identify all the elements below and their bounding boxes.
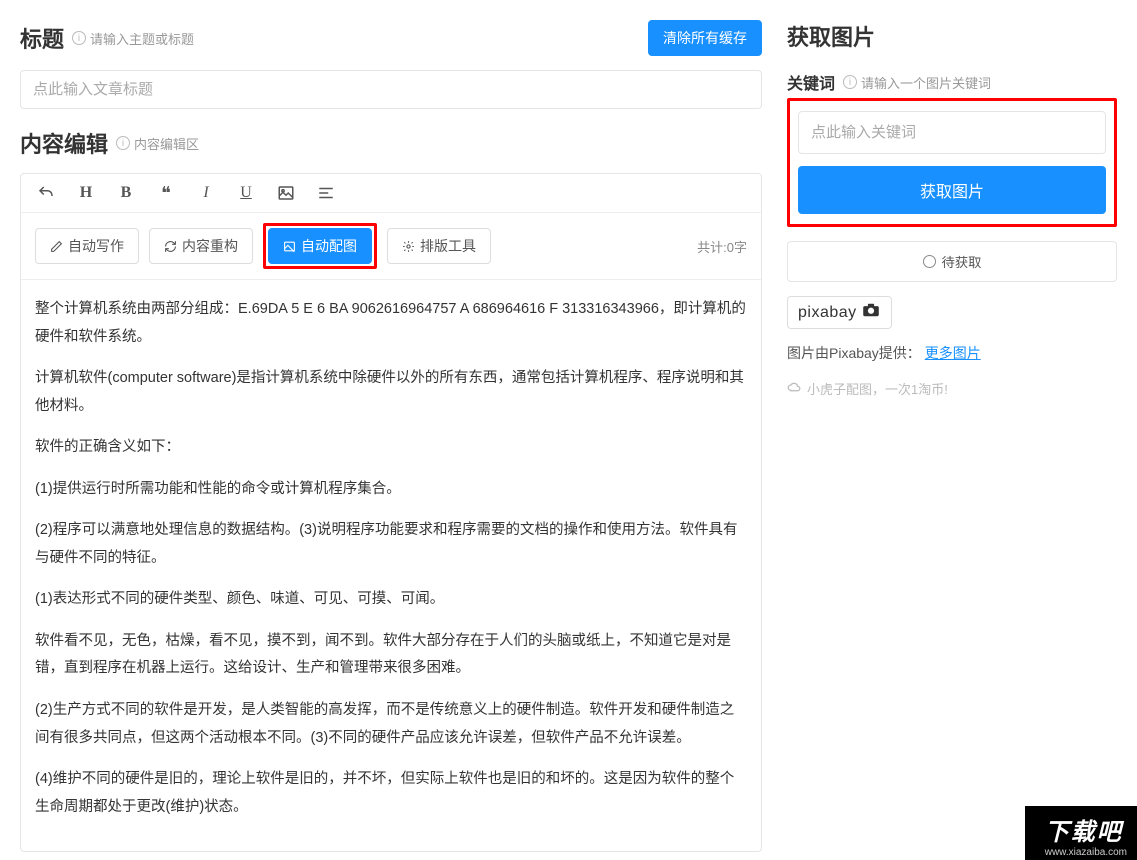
image-small-icon [283, 240, 296, 253]
content-label: 内容编辑 [20, 127, 108, 159]
cloud-icon [787, 381, 802, 396]
keyword-label: 关键词 [787, 70, 835, 94]
underline-button[interactable]: U [235, 182, 257, 204]
quote-button[interactable]: ❝ [155, 182, 177, 204]
fetch-image-button[interactable]: 获取图片 [798, 166, 1106, 214]
circle-icon [923, 255, 936, 268]
content-paragraph: (2)生产方式不同的软件是开发，是人类智能的高发挥，而不是传统意义上的硬件制造。… [35, 697, 747, 752]
title-hint: i 请输入主题或标题 [72, 29, 194, 48]
pixabay-badge: pixabay [787, 296, 892, 329]
sidebar-panel: 获取图片 关键词 i 请输入一个图片关键词 获取图片 待获取 pixabay 图… [777, 0, 1137, 860]
info-icon: i [116, 136, 130, 150]
title-label: 标题 [20, 22, 64, 54]
auto-image-highlight: 自动配图 [263, 223, 377, 269]
formatting-toolbar: H B ❝ I U [21, 174, 761, 213]
content-paragraph: (2)程序可以满意地处理信息的数据结构。(3)说明程序功能要求和程序需要的文档的… [35, 517, 747, 572]
bold-button[interactable]: B [115, 182, 137, 204]
clear-cache-button[interactable]: 清除所有缓存 [648, 20, 762, 56]
refresh-icon [164, 240, 177, 253]
settings-icon [402, 240, 415, 253]
keyword-input[interactable] [798, 111, 1106, 154]
layout-tool-button[interactable]: 排版工具 [387, 228, 491, 264]
main-panel: 标题 i 请输入主题或标题 清除所有缓存 内容编辑 i 内容编辑区 H B ❝ [0, 0, 777, 860]
title-input[interactable] [20, 70, 762, 109]
content-paragraph: 软件的正确含义如下： [35, 434, 747, 462]
auto-write-button[interactable]: 自动写作 [35, 228, 139, 264]
info-icon: i [72, 31, 86, 45]
action-toolbar: 自动写作 内容重构 自动配图 排版工具 共计:0字 [21, 213, 761, 280]
info-icon: i [843, 75, 857, 89]
content-paragraph: (1)表达形式不同的硬件类型、颜色、味道、可见、可摸、可闻。 [35, 586, 747, 614]
image-source-row: 图片由Pixabay提供： 更多图片 [787, 343, 1117, 363]
camera-icon [861, 303, 881, 322]
content-header: 内容编辑 i 内容编辑区 [20, 127, 762, 159]
watermark: 下载吧 www.xiazaiba.com [1025, 806, 1137, 860]
content-paragraph: 整个计算机系统由两部分组成：E.69DA 5 E 6 BA 9062616964… [35, 296, 747, 351]
image-icon[interactable] [275, 182, 297, 204]
auto-image-button[interactable]: 自动配图 [268, 228, 372, 264]
restructure-button[interactable]: 内容重构 [149, 228, 253, 264]
char-count: 共计:0字 [697, 237, 747, 256]
title-header: 标题 i 请输入主题或标题 清除所有缓存 [20, 20, 762, 56]
content-paragraph: (1)提供运行时所需功能和性能的命令或计算机程序集合。 [35, 476, 747, 504]
heading-button[interactable]: H [75, 182, 97, 204]
editor-box: H B ❝ I U 自动写作 内容重构 [20, 173, 762, 852]
italic-button[interactable]: I [195, 182, 217, 204]
fetch-highlight-box: 获取图片 [787, 98, 1117, 227]
content-paragraph: (4)维护不同的硬件是旧的，理论上软件是旧的，并不坏，但实际上软件也是旧的和坏的… [35, 766, 747, 821]
align-left-icon[interactable] [315, 182, 337, 204]
more-images-link[interactable]: 更多图片 [925, 345, 981, 361]
content-hint: i 内容编辑区 [116, 134, 199, 153]
keyword-row: 关键词 i 请输入一个图片关键词 [787, 70, 1117, 94]
pending-button[interactable]: 待获取 [787, 241, 1117, 282]
content-editor[interactable]: 整个计算机系统由两部分组成：E.69DA 5 E 6 BA 9062616964… [21, 280, 761, 851]
pencil-icon [50, 240, 63, 253]
content-paragraph: 计算机软件(computer software)是指计算机系统中除硬件以外的所有… [35, 365, 747, 420]
content-paragraph: 软件看不见，无色，枯燥，看不见，摸不到，闻不到。软件大部分存在于人们的头脑或纸上… [35, 628, 747, 683]
tip-row: 小虎子配图，一次1淘币! [787, 379, 1117, 398]
sidebar-title: 获取图片 [787, 20, 1117, 52]
keyword-hint: i 请输入一个图片关键词 [843, 73, 991, 92]
undo-icon[interactable] [35, 182, 57, 204]
